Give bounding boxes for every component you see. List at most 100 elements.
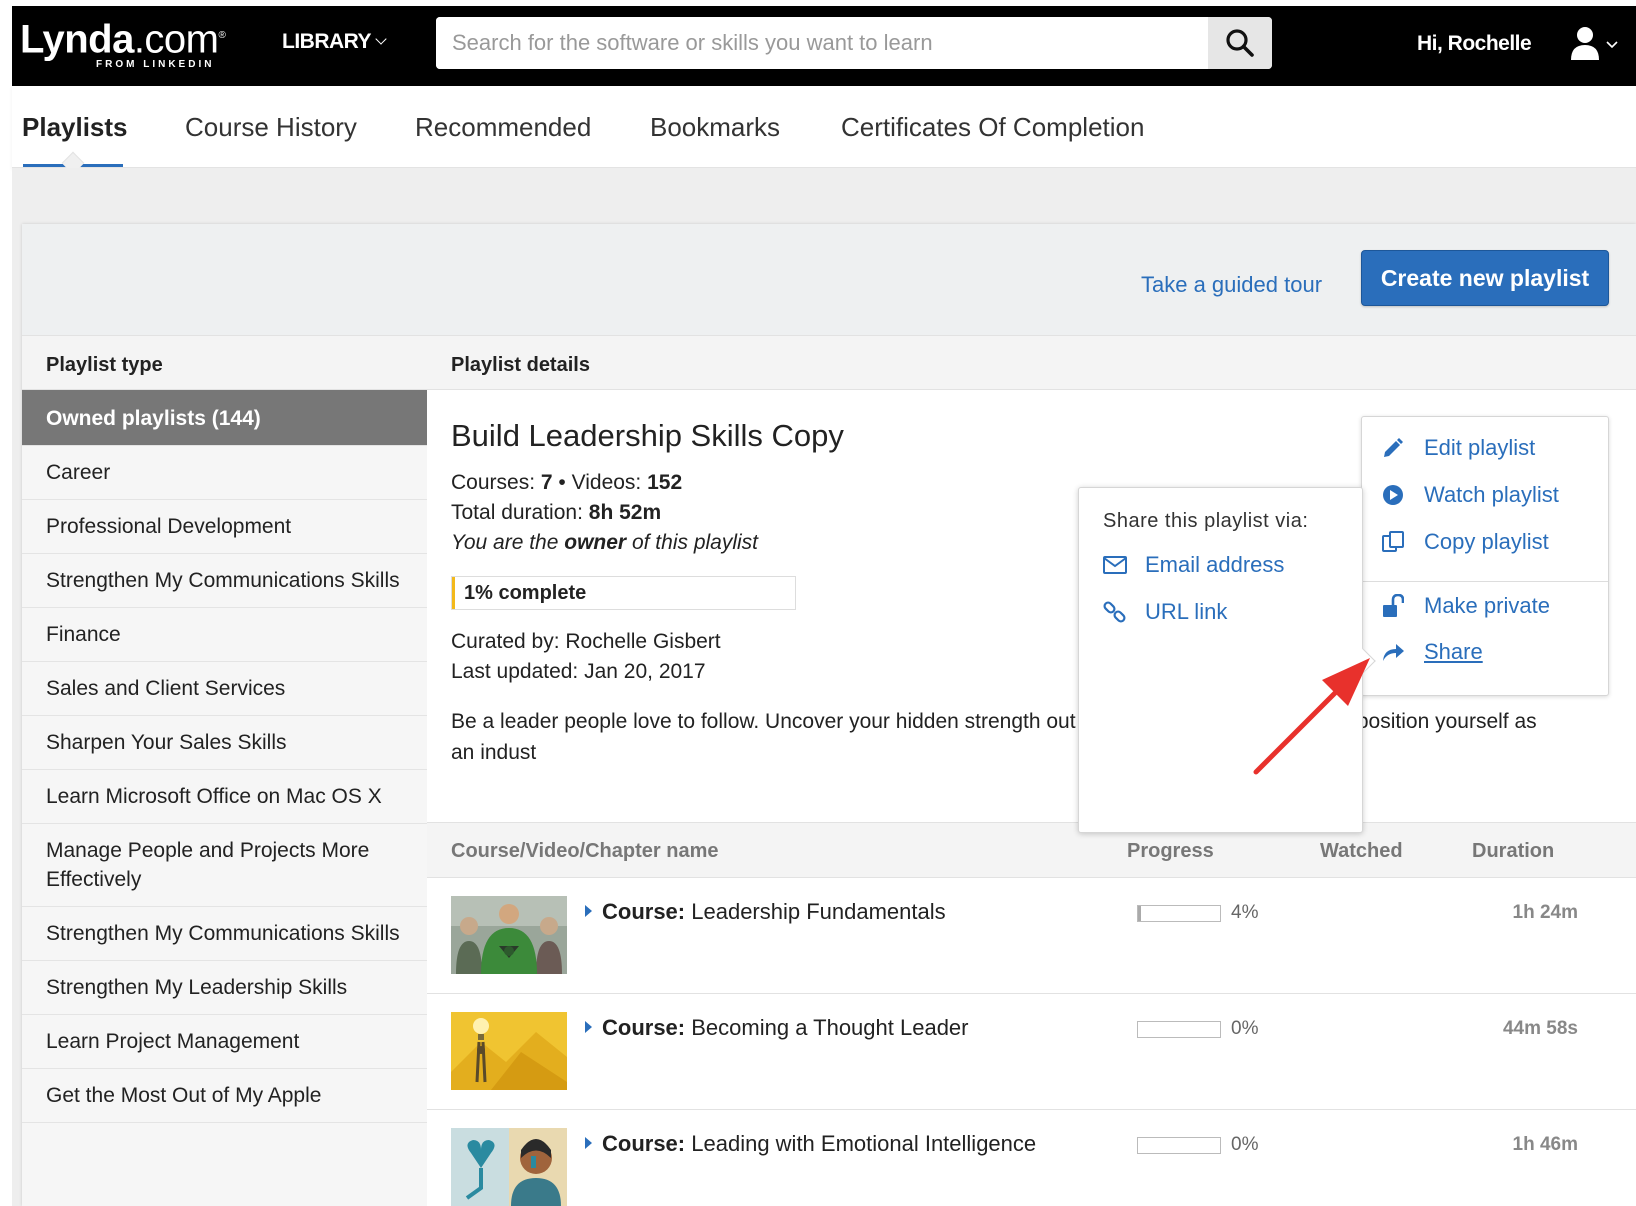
copy-playlist-label: Copy playlist	[1424, 529, 1549, 554]
user-icon	[1571, 27, 1618, 60]
column-name: Course/Video/Chapter name	[451, 840, 719, 862]
owner-word: owner	[564, 531, 627, 554]
tab-recommended[interactable]: Recommended	[415, 112, 591, 143]
unlock-icon	[1383, 594, 1404, 617]
sidebar-item-strengthen-leadership[interactable]: Strengthen My Leadership Skills	[22, 961, 427, 1015]
library-menu[interactable]: LIBRARY	[282, 30, 387, 54]
tab-bookmarks[interactable]: Bookmarks	[650, 112, 780, 143]
sidebar-item-sharpen-sales[interactable]: Sharpen Your Sales Skills	[22, 716, 427, 770]
column-watched: Watched	[1320, 840, 1403, 862]
sidebar-item-strengthen-communications[interactable]: Strengthen My Communications Skills	[22, 554, 427, 608]
chevron-down-icon	[375, 33, 387, 45]
user-menu[interactable]	[1570, 24, 1622, 73]
sidebar-item-finance[interactable]: Finance	[22, 608, 427, 662]
expand-caret-icon	[585, 1021, 592, 1033]
lynda-logo[interactable]: Lynda.com® FROM LINKEDIN	[20, 16, 226, 70]
sidebar-item-career[interactable]: Career	[22, 446, 427, 500]
expand-caret-icon	[585, 905, 592, 917]
guided-tour-link[interactable]: Take a guided tour	[1141, 272, 1322, 298]
sidebar-item-manage-people[interactable]: Manage People and Projects More Effectiv…	[22, 824, 427, 907]
row-kind: Course:	[602, 1015, 686, 1040]
ownership-note: You are the owner of this playlist	[451, 531, 758, 555]
course-thumbnail[interactable]	[451, 1012, 567, 1090]
tab-playlists[interactable]: Playlists	[22, 112, 128, 143]
row-title-text: Leading with Emotional Intelligence	[691, 1131, 1037, 1156]
sidebar-item-sales-client-services[interactable]: Sales and Client Services	[22, 662, 427, 716]
playlist-progress-text: 1% complete	[464, 582, 587, 604]
playlist-title: Build Leadership Skills Copy	[451, 418, 844, 453]
course-duration: 1h 46m	[1512, 1134, 1578, 1155]
courses-label: Courses:	[451, 471, 536, 494]
annotation-arrow-icon	[1253, 658, 1370, 775]
sidebar-item-project-management[interactable]: Learn Project Management	[22, 1015, 427, 1069]
table-row[interactable]: Course: Leading with Emotional Intellige…	[427, 1110, 1636, 1206]
copy-playlist-action[interactable]: Copy playlist	[1380, 529, 1549, 555]
course-progress-bar	[1137, 1021, 1221, 1038]
sidebar-item-professional-development[interactable]: Professional Development	[22, 500, 427, 554]
row-kind: Course:	[602, 1131, 686, 1156]
share-url-option[interactable]: URL link	[1103, 599, 1227, 625]
create-playlist-button[interactable]: Create new playlist	[1361, 250, 1609, 306]
duration-value: 8h 52m	[588, 501, 662, 524]
course-progress-bar	[1137, 905, 1221, 922]
share-email-label: Email address	[1145, 552, 1285, 577]
sidebar-item-office-mac[interactable]: Learn Microsoft Office on Mac OS X	[22, 770, 427, 824]
playlist-sidebar: Owned playlists (144) Career Professiona…	[22, 390, 427, 1206]
share-email-option[interactable]: Email address	[1103, 552, 1284, 578]
last-updated: Last updated: Jan 20, 2017	[451, 660, 706, 683]
edit-playlist-action[interactable]: Edit playlist	[1380, 435, 1535, 461]
course-table-header: Course/Video/Chapter name Progress Watch…	[427, 822, 1636, 878]
course-progress-percent: 0%	[1231, 1018, 1259, 1039]
tabs-bar: Playlists Course History Recommended Boo…	[12, 86, 1636, 175]
user-greeting: Hi, Rochelle	[1417, 32, 1532, 55]
playlist-details-header: Playlist details	[427, 336, 1636, 390]
edit-playlist-label: Edit playlist	[1424, 435, 1536, 460]
playlist-progress-fill	[452, 577, 456, 609]
videos-value: 152	[647, 471, 683, 494]
owner-prefix: You are the	[451, 531, 559, 554]
search-button[interactable]	[1208, 17, 1272, 69]
copy-icon	[1382, 531, 1404, 552]
tab-course-history[interactable]: Course History	[185, 112, 357, 143]
share-action[interactable]: Share	[1380, 639, 1483, 665]
tab-certificates[interactable]: Certificates Of Completion	[841, 112, 1144, 143]
pencil-icon	[1384, 438, 1403, 457]
top-navigation-bar: Lynda.com® FROM LINKEDIN LIBRARY Hi, Roc…	[12, 6, 1636, 86]
course-duration: 1h 24m	[1512, 902, 1578, 923]
table-row[interactable]: Course: Leadership Fundamentals 4% 1h 24…	[427, 878, 1636, 994]
row-kind: Course:	[602, 899, 686, 924]
playlist-progress-bar: 1% complete	[451, 576, 796, 610]
course-title-link[interactable]: Course: Leading with Emotional Intellige…	[585, 1131, 1036, 1157]
course-thumbnail[interactable]	[451, 896, 567, 974]
column-progress: Progress	[1127, 840, 1214, 862]
expand-caret-icon	[585, 1137, 592, 1149]
course-thumbnail[interactable]	[451, 1128, 567, 1206]
curated-by: Curated by: Rochelle Gisbert	[451, 630, 721, 653]
watch-playlist-action[interactable]: Watch playlist	[1380, 482, 1559, 508]
search-icon	[1226, 29, 1254, 57]
sidebar-item-strengthen-communications-2[interactable]: Strengthen My Communications Skills	[22, 907, 427, 961]
share-label: Share	[1424, 639, 1483, 664]
course-progress-fill	[1138, 906, 1142, 921]
row-title-text: Becoming a Thought Leader	[691, 1015, 969, 1040]
share-url-label: URL link	[1145, 599, 1228, 624]
sidebar-item-owned-playlists[interactable]: Owned playlists (144)	[22, 390, 427, 446]
sidebar-item-apple[interactable]: Get the Most Out of My Apple	[22, 1069, 427, 1123]
playlist-type-header: Playlist type	[22, 336, 427, 390]
envelope-icon	[1103, 556, 1127, 574]
course-progress-percent: 0%	[1231, 1134, 1259, 1155]
duration-label: Total duration:	[451, 501, 583, 524]
course-progress-bar	[1137, 1137, 1221, 1154]
share-popup-title: Share this playlist via:	[1103, 510, 1309, 532]
make-private-action[interactable]: Make private	[1380, 593, 1550, 619]
column-duration: Duration	[1472, 840, 1555, 862]
course-title-link[interactable]: Course: Becoming a Thought Leader	[585, 1015, 968, 1041]
search-input[interactable]	[436, 17, 1211, 69]
course-title-link[interactable]: Course: Leadership Fundamentals	[585, 899, 946, 925]
logo-main-text: Lynda	[20, 17, 134, 62]
link-icon	[1103, 601, 1126, 623]
make-private-label: Make private	[1424, 593, 1550, 618]
table-row[interactable]: Course: Becoming a Thought Leader 0% 44m…	[427, 994, 1636, 1110]
playlists-panel: Take a guided tour Create new playlist P…	[22, 224, 1636, 1206]
logo-subtitle: FROM LINKEDIN	[96, 59, 215, 70]
